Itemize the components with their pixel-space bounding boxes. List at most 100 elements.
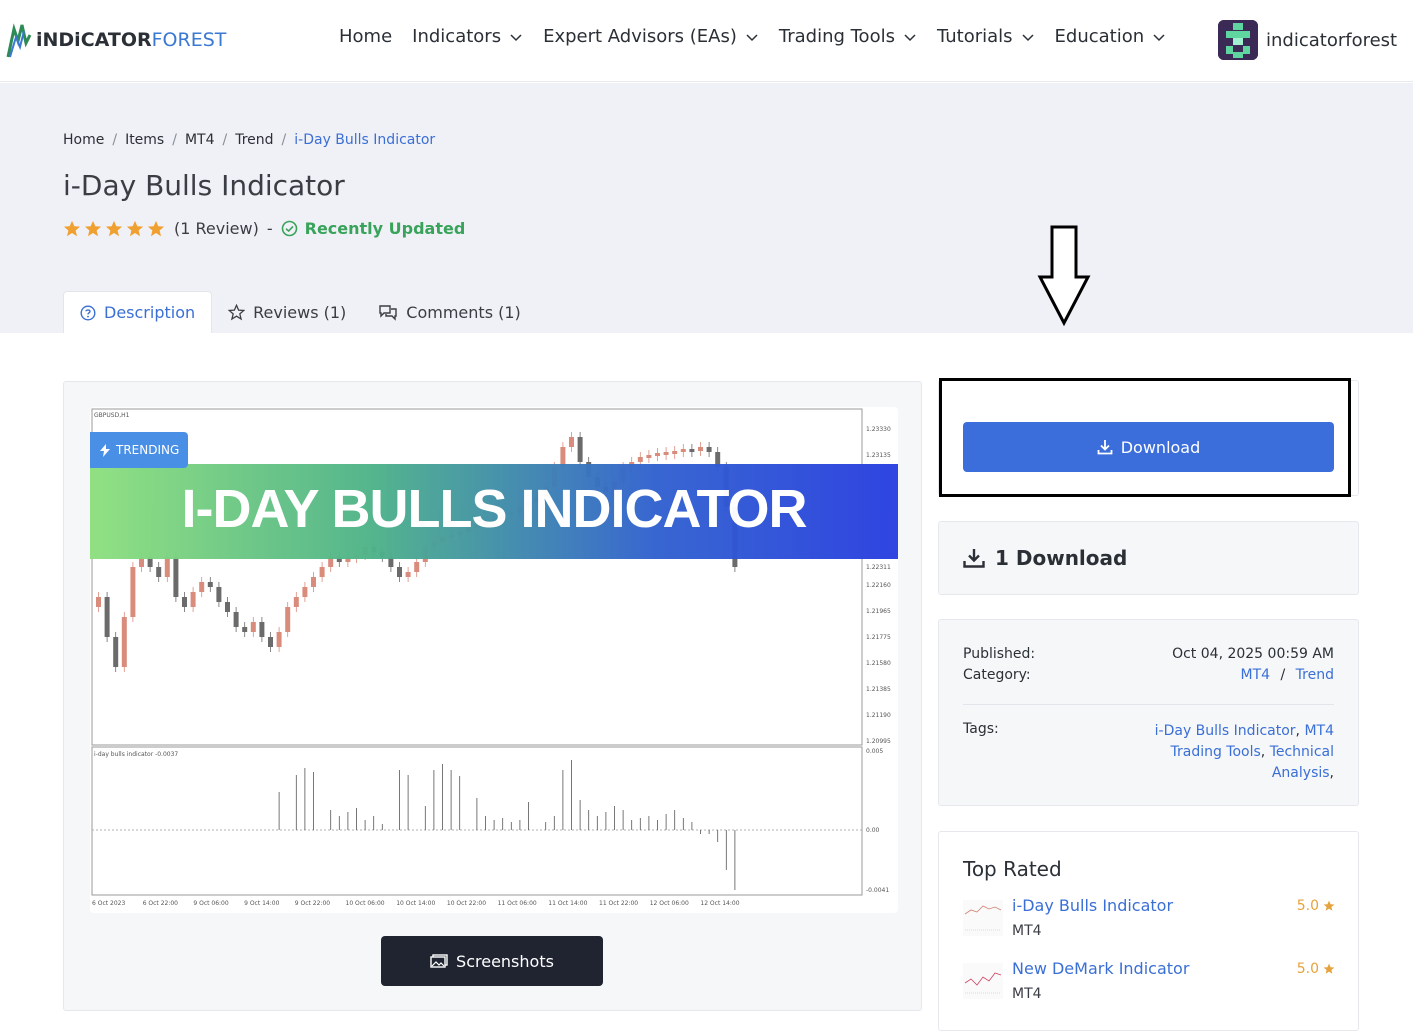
avatar-identicon-icon	[1218, 20, 1258, 60]
candle	[156, 567, 162, 577]
chart-symbol: GBPUSD,H1	[94, 412, 130, 419]
rating-dash: -	[266, 219, 273, 238]
meta-card: Published: Oct 04, 2025 00:59 AM Categor…	[938, 619, 1359, 806]
top-rated-score: 5.0	[1297, 898, 1335, 914]
candle	[414, 562, 420, 572]
candle	[397, 567, 402, 577]
candle	[121, 617, 127, 667]
tab-description-label: Description	[104, 303, 196, 322]
user-menu[interactable]: indicatorforest	[1218, 20, 1397, 60]
nav-expert-advisors[interactable]: Expert Advisors (EAs)	[543, 26, 759, 47]
category-link-trend[interactable]: Trend	[1296, 667, 1334, 683]
tag-link[interactable]: i-Day Bulls Indicator	[1155, 723, 1296, 739]
indicator-tick-label: -0.0041	[866, 887, 889, 894]
candle	[216, 587, 222, 602]
product-screenshot[interactable]: 1.23330 1.23135 1.22311 1.22160 1.21965 1.217…	[90, 407, 898, 913]
top-rated-name[interactable]: New DeMark Indicator	[1012, 959, 1189, 978]
nav-indicators[interactable]: Indicators	[412, 26, 523, 47]
download-count-card: 1 Download	[938, 521, 1359, 595]
page-title: i-Day Bulls Indicator	[63, 169, 345, 202]
category-link-mt4[interactable]: MT4	[1241, 667, 1271, 683]
nav-tutorials[interactable]: Tutorials	[937, 26, 1035, 47]
tag-link[interactable]: Technical Analysis	[1270, 744, 1334, 781]
star-filled-icon	[1323, 963, 1335, 974]
candle	[689, 449, 695, 452]
recently-updated-badge: Recently Updated	[281, 219, 465, 238]
nav-indicators-label: Indicators	[412, 26, 502, 47]
breadcrumb-separator: /	[222, 132, 228, 148]
time-tick-label: 9 Oct 14:00	[244, 900, 279, 907]
indicator-tick-label: 0.00	[866, 827, 880, 834]
candle	[96, 597, 101, 607]
check-circle-icon	[281, 220, 297, 237]
time-tick-label: 9 Oct 22:00	[295, 900, 330, 907]
trending-label: TRENDING	[116, 443, 180, 457]
time-tick-label: 10 Oct 06:00	[346, 900, 385, 907]
published-label: Published:	[963, 646, 1036, 662]
top-rated-name[interactable]: i-Day Bulls Indicator	[1012, 896, 1173, 915]
download-icon	[963, 549, 985, 568]
list-item[interactable]: New DeMark Indicator MT4 5.0	[963, 959, 1335, 1009]
candle	[311, 577, 316, 587]
candle	[199, 582, 205, 592]
tab-description[interactable]: Description	[63, 291, 213, 333]
candle	[130, 567, 136, 617]
breadcrumb-separator: /	[281, 132, 287, 148]
tab-comments-label: Comments (1)	[406, 302, 521, 322]
site-logo[interactable]: iNDiCATORFOREST	[4, 20, 226, 60]
breadcrumb-current: i-Day Bulls Indicator	[294, 132, 436, 148]
breadcrumb-mt4[interactable]: MT4	[185, 132, 215, 148]
candle	[646, 455, 652, 458]
price-tick-label: 1.21385	[866, 686, 891, 693]
nav-education[interactable]: Education	[1055, 26, 1167, 47]
logo-leaf-icon	[6, 23, 32, 58]
chevron-down-icon	[904, 33, 916, 41]
preview-card: 1.23330 1.23135 1.22311 1.22160 1.21965 1.217…	[63, 381, 922, 1011]
time-tick-label: 11 Oct 14:00	[548, 900, 587, 907]
chevron-down-icon	[510, 33, 522, 41]
breadcrumb-trend[interactable]: Trend	[235, 132, 273, 148]
chevron-down-icon	[746, 33, 758, 41]
candle	[302, 587, 308, 597]
candle	[268, 637, 273, 647]
tab-comments[interactable]: Comments (1)	[362, 291, 536, 333]
rating-row: (1 Review) - Recently Updated	[63, 219, 465, 238]
indicator-tick-label: 0.005	[866, 748, 883, 755]
star-filled-icon	[126, 220, 144, 236]
review-count[interactable]: (1 Review)	[174, 219, 259, 238]
download-button[interactable]: Download	[963, 422, 1334, 472]
question-circle-icon	[80, 304, 96, 321]
tab-reviews[interactable]: Reviews (1)	[212, 291, 362, 333]
time-tick-label: 11 Oct 06:00	[498, 900, 537, 907]
list-item[interactable]: i-Day Bulls Indicator MT4 5.0	[963, 896, 1335, 946]
time-tick-label: 10 Oct 22:00	[447, 900, 486, 907]
star-filled-icon	[105, 220, 123, 236]
product-tabs: Description Reviews (1) Comments (1)	[63, 291, 537, 333]
score-value: 5.0	[1296, 961, 1319, 977]
candle	[104, 597, 110, 637]
tags-list: i-Day Bulls Indicator, MT4 Trading Tools…	[1154, 723, 1334, 781]
candle	[259, 622, 265, 637]
rating-stars	[63, 220, 168, 238]
price-tick-label: 1.23135	[866, 452, 891, 459]
score-value: 5.0	[1296, 898, 1319, 914]
nav-home[interactable]: Home	[339, 26, 392, 47]
item-thumbnail	[963, 963, 1003, 999]
candle	[250, 622, 256, 632]
screenshots-button[interactable]: Screenshots	[381, 936, 603, 986]
tab-reviews-label: Reviews (1)	[253, 302, 347, 322]
top-rated-card: Top Rated i-Day Bulls Indicator MT4 5.0 …	[938, 831, 1359, 1031]
candle	[164, 557, 170, 577]
breadcrumb-home[interactable]: Home	[63, 132, 104, 148]
star-filled-icon	[84, 220, 102, 236]
time-tick-label: 10 Oct 14:00	[396, 900, 435, 907]
top-rated-category: MT4	[1012, 923, 1042, 939]
candle	[285, 607, 291, 632]
breadcrumb-items[interactable]: Items	[125, 132, 164, 148]
download-label: Download	[1120, 437, 1201, 457]
product-hero: Home / Items / MT4 / Trend / i-Day Bulls…	[0, 83, 1413, 333]
star-filled-icon	[147, 220, 165, 236]
breadcrumb: Home / Items / MT4 / Trend / i-Day Bulls…	[63, 132, 435, 148]
category-row: Category: MT4 / Trend	[963, 667, 1334, 683]
nav-trading-tools[interactable]: Trading Tools	[779, 26, 917, 47]
